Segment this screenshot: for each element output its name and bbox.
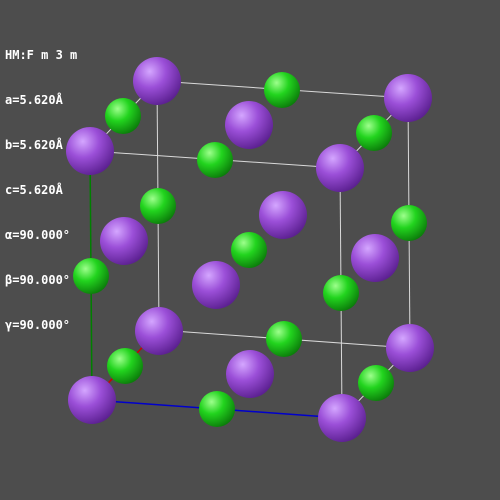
green-atom[interactable] bbox=[391, 205, 427, 241]
green-atom[interactable] bbox=[105, 98, 141, 134]
space-group-label: HM:F m 3 m bbox=[5, 48, 78, 62]
purple-atom[interactable] bbox=[225, 101, 273, 149]
purple-atom[interactable] bbox=[316, 144, 364, 192]
angle-alpha-label: α=90.000° bbox=[5, 228, 71, 242]
angle-beta-label: β=90.000° bbox=[5, 273, 71, 287]
structure-viewer[interactable]: HM:F m 3 m a=5.620Å b=5.620Å c=5.620Å α=… bbox=[0, 0, 500, 500]
green-atom[interactable] bbox=[264, 72, 300, 108]
green-atom[interactable] bbox=[266, 321, 302, 357]
purple-atom[interactable] bbox=[226, 350, 274, 398]
green-atom[interactable] bbox=[199, 391, 235, 427]
purple-atom[interactable] bbox=[135, 307, 183, 355]
purple-atom[interactable] bbox=[351, 234, 399, 282]
purple-atom[interactable] bbox=[384, 74, 432, 122]
purple-atom[interactable] bbox=[259, 191, 307, 239]
purple-atom[interactable] bbox=[133, 57, 181, 105]
angle-gamma-label: γ=90.000° bbox=[5, 318, 71, 332]
lattice-a-label: a=5.620Å bbox=[5, 93, 63, 107]
green-atom[interactable] bbox=[107, 348, 143, 384]
lattice-c-label: c=5.620Å bbox=[5, 183, 63, 197]
green-atom[interactable] bbox=[231, 232, 267, 268]
green-atom[interactable] bbox=[356, 115, 392, 151]
purple-atom[interactable] bbox=[68, 376, 116, 424]
purple-atom[interactable] bbox=[318, 394, 366, 442]
purple-atom[interactable] bbox=[100, 217, 148, 265]
purple-atom[interactable] bbox=[192, 261, 240, 309]
green-atom[interactable] bbox=[197, 142, 233, 178]
purple-atom[interactable] bbox=[386, 324, 434, 372]
green-atom[interactable] bbox=[358, 365, 394, 401]
green-atom[interactable] bbox=[323, 275, 359, 311]
cell-info-panel: HM:F m 3 m a=5.620Å b=5.620Å c=5.620Å α=… bbox=[5, 18, 77, 363]
green-atom[interactable] bbox=[140, 188, 176, 224]
green-atom[interactable] bbox=[73, 258, 109, 294]
atoms bbox=[66, 57, 434, 442]
lattice-b-label: b=5.620Å bbox=[5, 138, 63, 152]
